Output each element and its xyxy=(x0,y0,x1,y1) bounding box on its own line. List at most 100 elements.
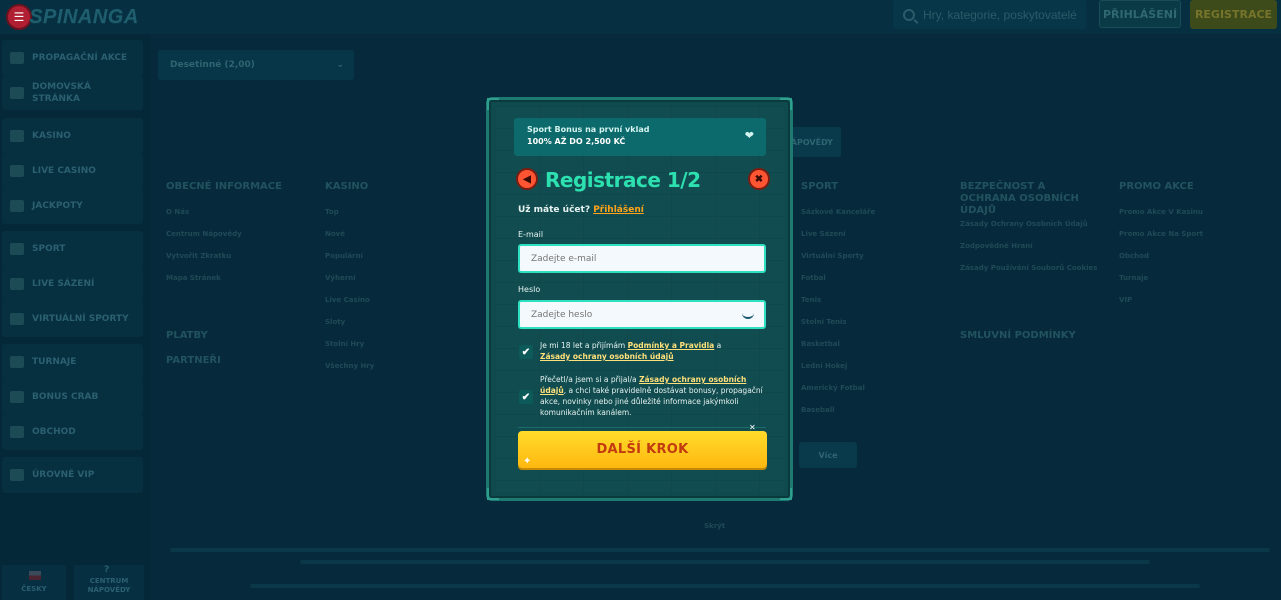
sidebar-item-home[interactable]: DOMOVSKÁ STRÁNKA xyxy=(2,76,143,110)
footer-link[interactable]: Zodpovědné Hraní xyxy=(960,242,1033,250)
footer-link[interactable]: Sázkové Kanceláře xyxy=(801,208,875,216)
sidebar-item-live-casino[interactable]: LIVE CASINO xyxy=(2,153,143,189)
footer-link[interactable]: Obchod xyxy=(1119,252,1149,260)
sidebar-item-tournaments[interactable]: TURNAJE xyxy=(2,344,143,380)
footer-link[interactable]: Tenis xyxy=(801,296,821,304)
corner-ornament xyxy=(487,488,499,500)
footer-link[interactable]: Top xyxy=(325,208,339,216)
footer-heading-payments[interactable]: PLATBY xyxy=(166,330,208,342)
footer-link[interactable]: Lední Hokej xyxy=(801,362,847,370)
language-label: ČESKY xyxy=(21,585,47,593)
virtual-icon xyxy=(10,313,24,325)
chevron-down-icon: ❤ xyxy=(744,130,754,142)
marketing-checkbox[interactable]: ✔ xyxy=(519,390,533,404)
terms-link[interactable]: Podmínky a Pravidla xyxy=(628,341,715,350)
marketing-consent-text: Přečetl/a jsem si a přijal/a Zásady ochr… xyxy=(540,374,768,418)
footer-link[interactable]: Americký Fotbal xyxy=(801,384,865,392)
back-arrow-icon[interactable]: ◀ xyxy=(516,168,538,190)
register-button[interactable]: REGISTRACE xyxy=(1190,0,1277,29)
next-step-button[interactable]: DALŠÍ KROK xyxy=(518,431,767,468)
footer-link[interactable]: Basketbal xyxy=(801,340,840,348)
login-button[interactable]: PŘIHLÁŠENÍ xyxy=(1099,0,1181,28)
footer-link[interactable]: Promo Akce V Kasinu xyxy=(1119,208,1203,216)
divider xyxy=(518,427,766,428)
sidebar-item-bonus-crab[interactable]: BONUS CRAB xyxy=(2,379,143,415)
help-center-button[interactable]: ? CENTRUM NÁPOVĚDY xyxy=(74,565,144,600)
search-placeholder: Hry, kategorie, poskytovatelé xyxy=(923,7,1077,22)
footer-link[interactable]: Centrum Nápovědy xyxy=(166,230,242,238)
corner-ornament xyxy=(780,488,792,500)
odds-format-value: Desetinné (2,00) xyxy=(170,60,255,70)
sidebar-item-vip-levels[interactable]: ÚROVNĚ VIP xyxy=(2,457,143,493)
footer-link[interactable]: Populární xyxy=(325,252,363,260)
footer-link[interactable]: VIP xyxy=(1119,296,1132,304)
footer-link[interactable]: Sloty xyxy=(325,318,345,326)
terms-checkbox[interactable]: ✔ xyxy=(519,345,533,359)
sidebar-item-label: KASINO xyxy=(32,131,71,141)
footer-heading-partners[interactable]: PARTNEŘI xyxy=(166,355,221,367)
sparkle-icon: ✕ xyxy=(749,423,756,432)
language-selector[interactable]: ČESKY xyxy=(2,565,66,600)
sidebar-item-jackpots[interactable]: JACKPOTY xyxy=(2,188,143,224)
menu-icon[interactable]: ☰ xyxy=(6,4,32,30)
hide-link[interactable]: Skrýt xyxy=(704,522,725,530)
consent-text: Je mi 18 let a přijímám xyxy=(540,341,626,350)
password-field[interactable] xyxy=(518,300,766,329)
footer-heading-contracts[interactable]: SMLUVNÍ PODMÍNKY xyxy=(960,330,1076,342)
footer-link[interactable]: Virtuální Sporty xyxy=(801,252,864,260)
login-link[interactable]: Přihlášení xyxy=(593,205,644,215)
more-button[interactable]: Více xyxy=(799,442,857,468)
footer-link[interactable]: Výherní xyxy=(325,274,356,282)
terms-consent-text: Je mi 18 let a přijímám Podmínky a Pravi… xyxy=(540,340,768,362)
help-icon: ? xyxy=(104,565,110,575)
footer-text-line xyxy=(300,560,1150,564)
footer-link[interactable]: O Nás xyxy=(166,208,189,216)
footer-link[interactable]: Stolní Hry xyxy=(325,340,364,348)
modal-title: Registrace 1/2 xyxy=(545,168,701,192)
sidebar-item-shop[interactable]: OBCHOD xyxy=(2,414,143,450)
privacy-link[interactable]: Zásady ochrany osobních údajů xyxy=(540,352,674,361)
sidebar-item-label: BONUS CRAB xyxy=(32,392,99,402)
footer-text-line xyxy=(170,548,1270,552)
email-field[interactable] xyxy=(518,244,766,273)
gift-icon xyxy=(10,52,24,64)
sidebar-item-label: ÚROVNĚ VIP xyxy=(32,470,95,480)
ball-icon xyxy=(10,243,24,255)
close-icon[interactable]: ✖ xyxy=(748,168,770,190)
footer-link[interactable]: Zásady Ochrany Osobních Údajů xyxy=(960,220,1088,228)
corner-ornament xyxy=(487,98,499,110)
live-icon xyxy=(10,278,24,290)
footer-link[interactable]: Turnaje xyxy=(1119,274,1148,282)
sidebar-item-promotions[interactable]: PROPAGAČNÍ AKCE xyxy=(2,40,143,76)
bonus-selector[interactable]: Sport Bonus na první vklad 100% AŽ DO 2,… xyxy=(514,118,766,156)
odds-format-select[interactable]: Desetinné (2,00) ⌄ xyxy=(158,50,354,80)
search-input[interactable]: Hry, kategorie, poskytovatelé xyxy=(893,0,1086,29)
sidebar-item-label: DOMOVSKÁ STRÁNKA xyxy=(32,82,91,104)
footer-link[interactable]: Všechny Hry xyxy=(325,362,374,370)
sidebar-item-live-betting[interactable]: LIVE SÁZENÍ xyxy=(2,266,143,302)
sidebar-item-sport[interactable]: SPORT xyxy=(2,231,143,267)
footer-link[interactable]: Live Casino xyxy=(325,296,370,304)
footer-link[interactable]: Live Sázení xyxy=(801,230,846,238)
footer-link[interactable]: Baseball xyxy=(801,406,835,414)
home-icon xyxy=(10,87,24,99)
footer-heading-security: BEZPEČNOST A OCHRANA OSOBNÍCH ÚDAJŮ xyxy=(960,181,1079,216)
footer-link[interactable]: Zásady Používání Souborů Cookies xyxy=(960,264,1097,272)
bonus-value: 100% AŽ DO 2,500 KČ xyxy=(527,137,626,146)
footer-link[interactable]: Mapa Stránek xyxy=(166,274,221,282)
footer-link[interactable]: Fotbal xyxy=(801,274,826,282)
password-label: Heslo xyxy=(518,285,541,294)
footer-heading-promo: PROMO AKCE xyxy=(1119,181,1194,192)
site-logo[interactable]: SPINANGA xyxy=(29,0,138,34)
footer-heading-casino: KASINO xyxy=(325,181,369,192)
sidebar-item-label: LIVE SÁZENÍ xyxy=(32,279,95,289)
sidebar-item-casino[interactable]: KASINO xyxy=(2,118,143,154)
casino-icon xyxy=(10,130,24,142)
footer-link[interactable]: Vytvořit Zkratku xyxy=(166,252,231,260)
registration-modal: Sport Bonus na první vklad 100% AŽ DO 2,… xyxy=(486,97,793,501)
sidebar-item-virtual-sports[interactable]: VIRTUÁLNÍ SPORTY xyxy=(2,301,143,337)
have-account-label: Už máte účet? xyxy=(518,205,591,215)
footer-link[interactable]: Stolní Tenis xyxy=(801,318,847,326)
footer-link[interactable]: Promo Akce Na Sport xyxy=(1119,230,1203,238)
footer-link[interactable]: Nové xyxy=(325,230,345,238)
